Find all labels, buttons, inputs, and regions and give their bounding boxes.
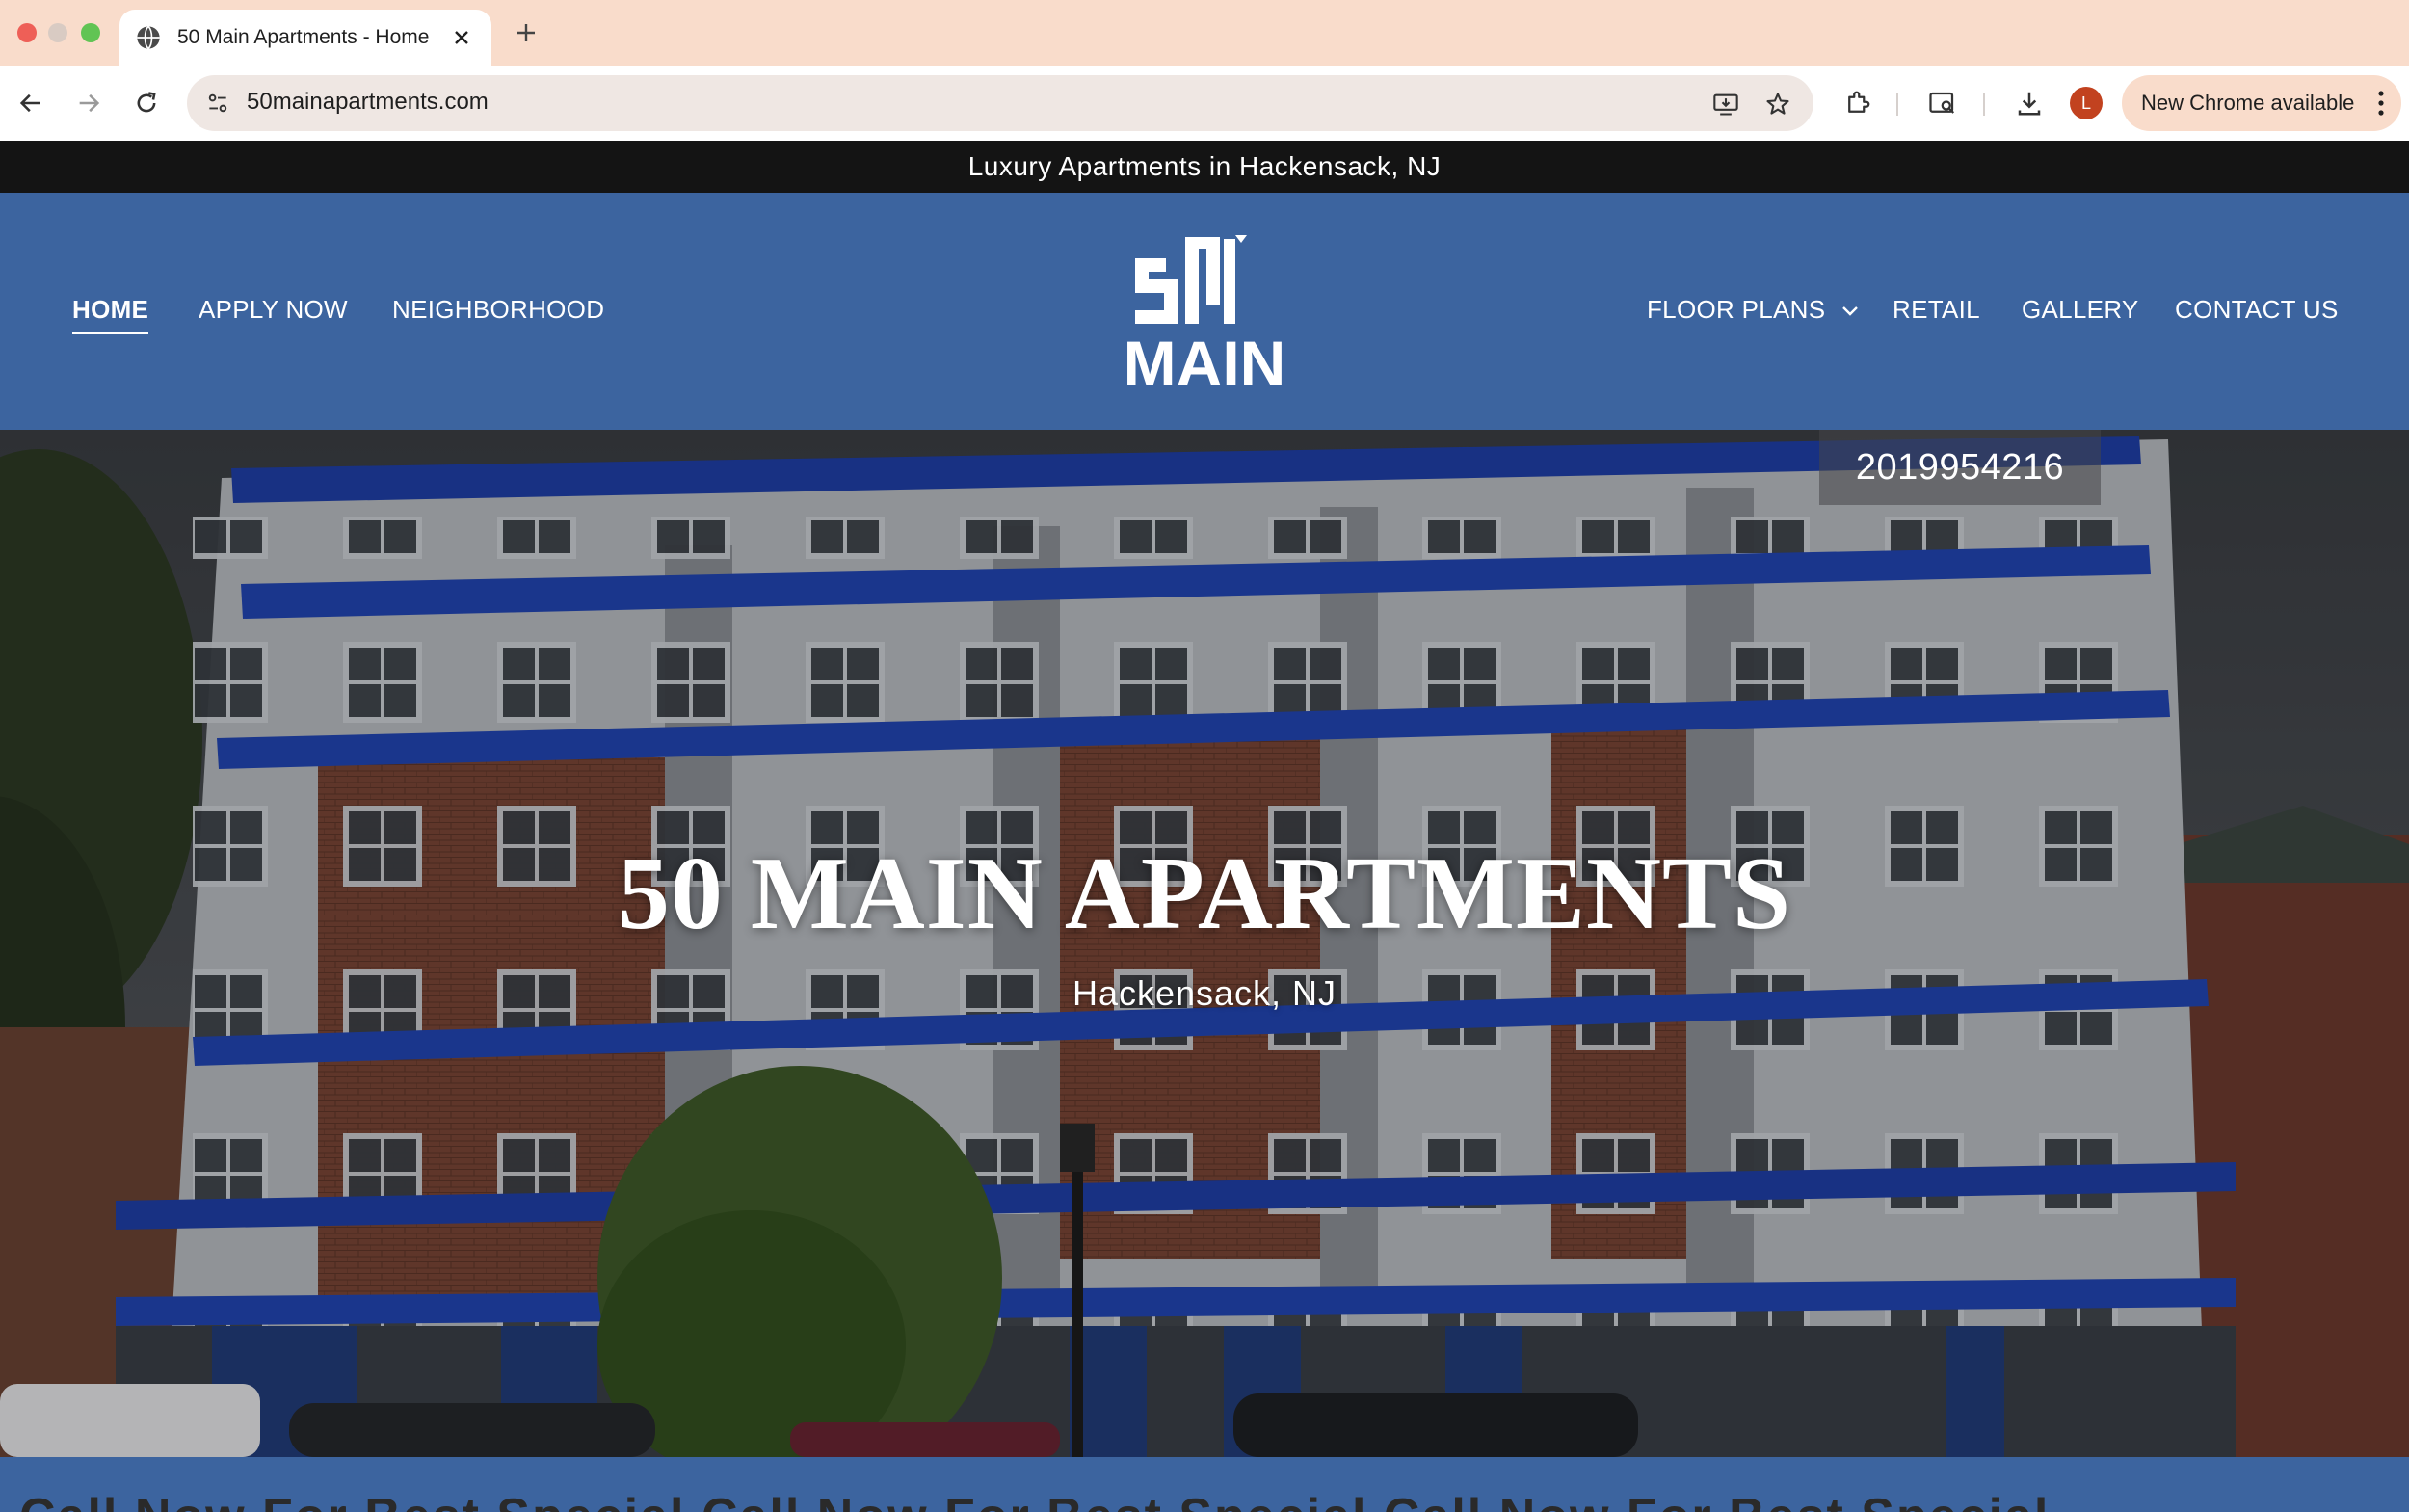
nav-floor-plans-label: FLOOR PLANS [1647, 295, 1826, 324]
bookmark-star-icon[interactable] [1761, 88, 1794, 120]
new-chrome-available-button[interactable]: New Chrome available [2122, 75, 2401, 131]
nav-gallery[interactable]: GALLERY [2022, 295, 2139, 325]
close-window-button[interactable] [17, 23, 37, 42]
site-logo[interactable]: MAIN [1127, 231, 1282, 395]
update-button-label: New Chrome available [2141, 91, 2355, 115]
phone-number-badge[interactable]: 2019954216 [1819, 430, 2101, 505]
site-header: HOME APPLY NOW NEIGHBORHOOD MAIN FLOOR P… [0, 193, 2409, 430]
announcement-text: Luxury Apartments in Hackensack, NJ [967, 151, 1442, 181]
hero-title: 50 MAIN APARTMENTS [617, 836, 1792, 951]
url-text: 50mainapartments.com [247, 89, 489, 115]
tab-title: 50 Main Apartments - Home [177, 26, 430, 48]
nav-contact-us[interactable]: CONTACT US [2175, 295, 2339, 325]
download-icon[interactable] [2010, 84, 2049, 122]
globe-icon [137, 25, 160, 50]
hero-section: 2019954216 50 MAIN APARTMENTS Hackensack… [0, 430, 2409, 1457]
promo-ticker-text: Call Now For Best Special Call Now For B… [19, 1488, 2050, 1512]
nav-retail[interactable]: RETAIL [1893, 295, 1980, 325]
minimize-window-button[interactable] [48, 23, 67, 42]
nav-home-label: HOME [72, 295, 149, 324]
logo-accent-mark [1235, 235, 1247, 243]
maximize-window-button[interactable] [81, 23, 100, 42]
profile-avatar[interactable]: L [2070, 87, 2103, 119]
chevron-down-icon [1842, 306, 1858, 316]
phone-number: 2019954216 [1855, 446, 2065, 488]
extensions-icon[interactable] [1839, 84, 1877, 122]
back-icon[interactable] [12, 84, 50, 122]
logo-zero-left [1185, 237, 1199, 324]
close-tab-icon[interactable] [447, 23, 476, 52]
active-indicator [72, 332, 149, 334]
logo-zero-right [1206, 237, 1220, 305]
tab-search-icon[interactable] [1923, 84, 1962, 122]
nav-home[interactable]: HOME [72, 295, 149, 334]
nav-neighborhood[interactable]: NEIGHBORHOOD [392, 295, 604, 325]
logo-five-base [1135, 310, 1178, 324]
browser-tab[interactable]: 50 Main Apartments - Home [119, 10, 491, 66]
toolbar-divider [1983, 93, 1985, 116]
forward-icon[interactable] [69, 84, 108, 122]
reload-icon[interactable] [127, 84, 166, 122]
more-menu-icon[interactable] [2376, 89, 2386, 118]
hero-subtitle: Hackensack, NJ [1072, 973, 1337, 1013]
new-tab-icon[interactable] [509, 15, 543, 50]
install-app-icon[interactable] [1709, 88, 1742, 120]
address-bar[interactable]: 50mainapartments.com [187, 75, 1813, 131]
announcement-bar: Luxury Apartments in Hackensack, NJ [0, 141, 2409, 193]
logo-zero-accent [1224, 239, 1235, 324]
toolbar-divider [1896, 93, 1898, 116]
logo-word: MAIN [1127, 328, 1282, 395]
site-settings-icon[interactable] [202, 88, 233, 119]
nav-floor-plans[interactable]: FLOOR PLANS [1647, 295, 1860, 325]
promo-ticker[interactable]: Call Now For Best Special Call Now For B… [0, 1457, 2409, 1512]
nav-apply-now[interactable]: APPLY NOW [199, 295, 348, 325]
browser-tab-strip: 50 Main Apartments - Home [0, 0, 2409, 66]
browser-toolbar: 50mainapartments.com L New Chrome availa… [0, 66, 2409, 141]
